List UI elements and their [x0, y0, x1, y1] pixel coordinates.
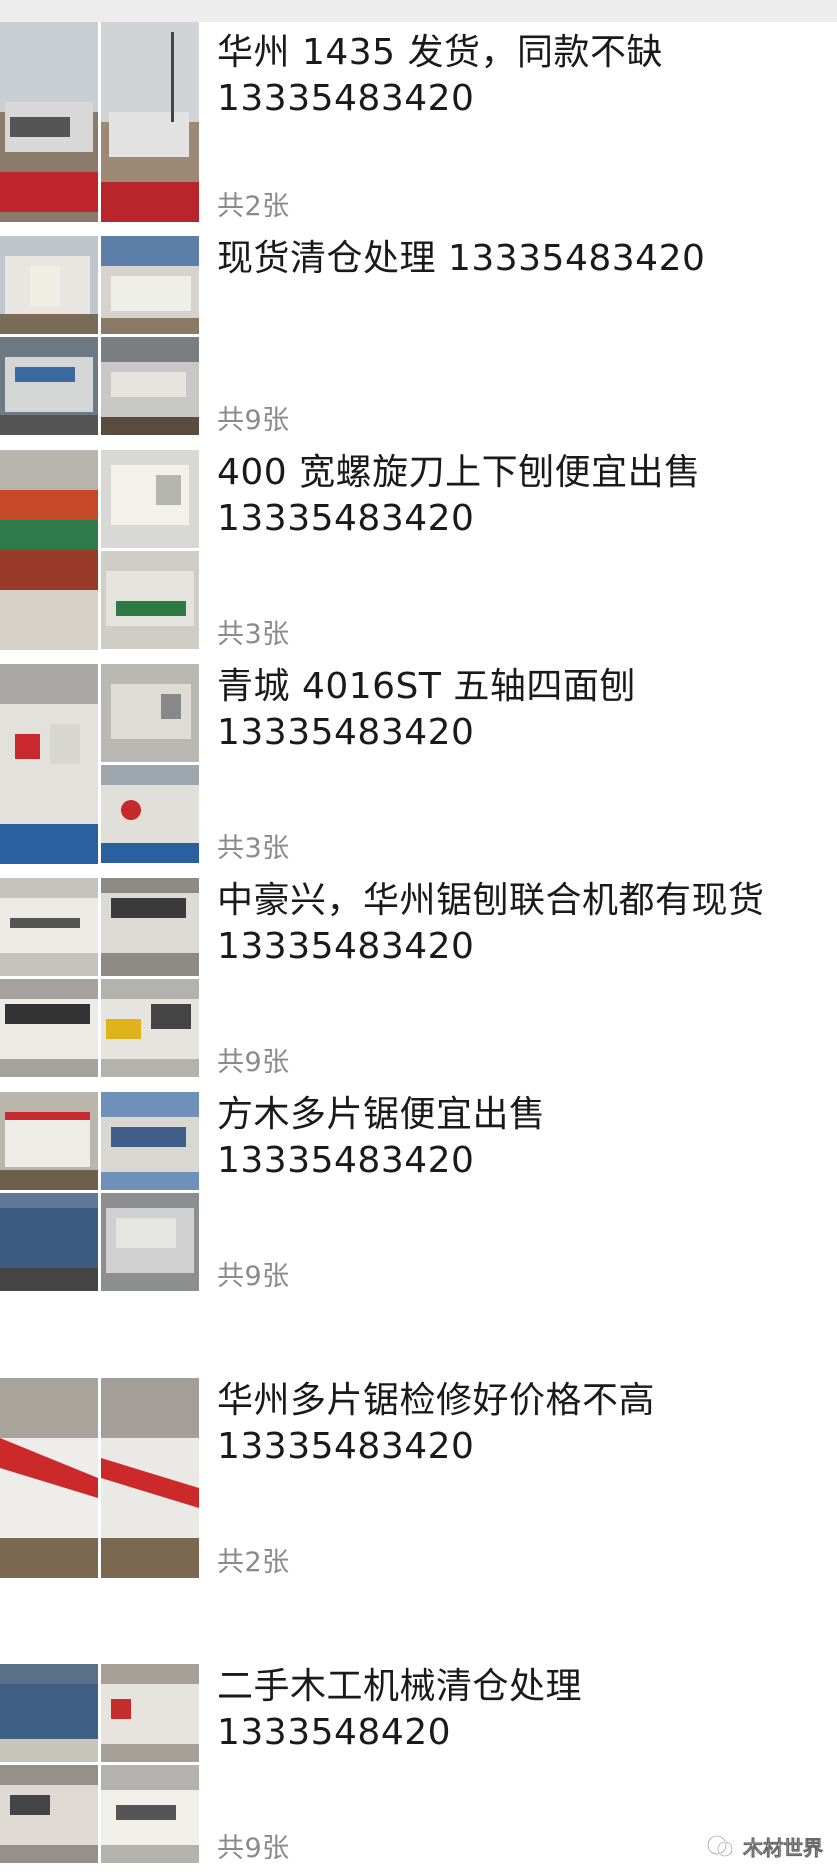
photo-thumbnail[interactable] — [0, 1664, 98, 1762]
post-phone: 13335483420 — [217, 1426, 475, 1467]
watermark-text: 木材世界 — [743, 1835, 824, 1860]
photo-thumbnail[interactable] — [0, 664, 98, 864]
post-caption[interactable]: 现货清仓处理 13335483420 — [217, 236, 817, 282]
post-phone: 13335483420 — [217, 712, 475, 753]
photo-thumbnail[interactable] — [0, 236, 98, 334]
photo-thumbnail[interactable] — [0, 1378, 98, 1578]
post-caption[interactable]: 方木多片锯便宜出售 13335483420 — [217, 1092, 817, 1184]
photo-thumbnail[interactable] — [101, 337, 199, 435]
moment-post[interactable]: 400 宽螺旋刀上下刨便宜出售 13335483420 共3张 — [0, 450, 837, 650]
photo-thumbnail[interactable] — [101, 1664, 199, 1762]
top-status-strip — [0, 0, 837, 22]
post-title: 现货清仓处理 13335483420 — [217, 238, 706, 279]
photo-thumbnail[interactable] — [101, 765, 199, 863]
photo-thumbnail[interactable] — [101, 1193, 199, 1291]
photo-count: 共9张 — [217, 1047, 290, 1078]
photo-count: 共2张 — [217, 191, 290, 222]
post-caption[interactable]: 青城 4016ST 五轴四面刨 13335483420 — [217, 664, 817, 756]
post-phone: 13335483420 — [217, 926, 475, 967]
post-title: 华州 1435 发货，同款不缺 — [217, 32, 664, 73]
post-phone: 13335483420 — [217, 78, 475, 119]
moment-post[interactable]: 现货清仓处理 13335483420 共9张 — [0, 236, 837, 436]
photo-thumbnail[interactable] — [101, 450, 199, 548]
photo-thumbnail[interactable] — [0, 22, 98, 222]
post-phone: 13335483420 — [217, 1140, 475, 1181]
post-caption[interactable]: 华州多片锯检修好价格不高 13335483420 — [217, 1378, 817, 1470]
photo-count: 共9张 — [217, 1833, 290, 1864]
photo-thumbnail[interactable] — [0, 450, 98, 650]
photo-thumbnail[interactable] — [101, 979, 199, 1077]
post-title: 青城 4016ST 五轴四面刨 — [217, 666, 636, 707]
photo-thumbnail[interactable] — [0, 1193, 98, 1291]
photo-thumbnail[interactable] — [0, 878, 98, 976]
photo-thumbnail[interactable] — [0, 979, 98, 1077]
post-caption[interactable]: 华州 1435 发货，同款不缺 13335483420 — [217, 30, 817, 122]
post-caption[interactable]: 400 宽螺旋刀上下刨便宜出售 13335483420 — [217, 450, 817, 542]
photo-thumbnail[interactable] — [0, 1092, 98, 1190]
post-title: 中豪兴，华州锯刨联合机都有现货 — [217, 880, 765, 921]
post-title: 400 宽螺旋刀上下刨便宜出售 — [217, 452, 701, 493]
photo-thumbnail[interactable] — [101, 1378, 199, 1578]
post-title: 方木多片锯便宜出售 — [217, 1094, 546, 1135]
photo-thumbnail[interactable] — [0, 337, 98, 435]
moment-post[interactable]: 青城 4016ST 五轴四面刨 13335483420 共3张 — [0, 664, 837, 864]
photo-count: 共9张 — [217, 405, 290, 436]
photo-count: 共9张 — [217, 1261, 290, 1292]
source-watermark: 木材世界 — [705, 1826, 823, 1866]
post-title: 华州多片锯检修好价格不高 — [217, 1380, 656, 1421]
post-phone: 13335483420 — [217, 498, 475, 539]
post-phone: 1333548420 — [217, 1712, 452, 1753]
photo-thumbnail[interactable] — [101, 236, 199, 334]
moment-post[interactable]: 中豪兴，华州锯刨联合机都有现货 13335483420 共9张 — [0, 878, 837, 1078]
photo-thumbnail[interactable] — [101, 1092, 199, 1190]
photo-count: 共2张 — [217, 1547, 290, 1578]
photo-count: 共3张 — [217, 833, 290, 864]
photo-thumbnail[interactable] — [101, 1765, 199, 1863]
post-title: 二手木工机械清仓处理 — [217, 1666, 583, 1707]
photo-thumbnail[interactable] — [101, 664, 199, 762]
photo-thumbnail[interactable] — [101, 22, 199, 222]
photo-count: 共3张 — [217, 619, 290, 650]
photo-thumbnail[interactable] — [101, 551, 199, 649]
moment-post[interactable]: 方木多片锯便宜出售 13335483420 共9张 — [0, 1092, 837, 1292]
moment-post[interactable]: 华州多片锯检修好价格不高 13335483420 共2张 — [0, 1378, 837, 1578]
post-caption[interactable]: 二手木工机械清仓处理 1333548420 — [217, 1664, 817, 1756]
photo-thumbnail[interactable] — [0, 1765, 98, 1863]
moment-post[interactable]: 华州 1435 发货，同款不缺 13335483420 共2张 — [0, 22, 837, 222]
photo-thumbnail[interactable] — [101, 878, 199, 976]
wechat-channel-icon — [707, 1835, 733, 1857]
post-caption[interactable]: 中豪兴，华州锯刨联合机都有现货 13335483420 — [217, 878, 817, 970]
